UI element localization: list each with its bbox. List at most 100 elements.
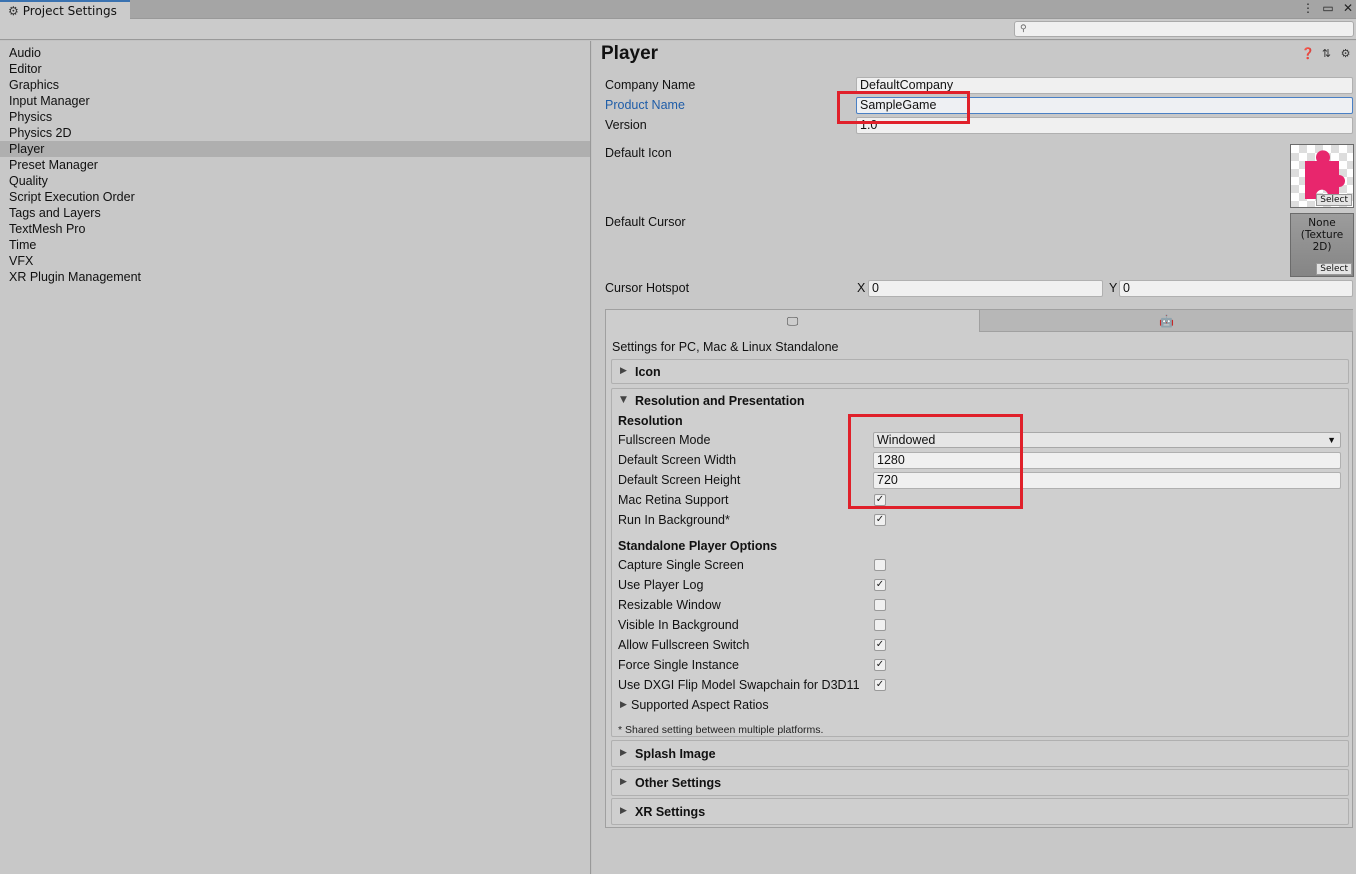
close-icon[interactable]: ✕ — [1342, 1, 1354, 15]
default-icon-label: Default Icon — [605, 146, 672, 160]
mac-retina-checkbox[interactable]: ✓ — [874, 494, 886, 506]
tab-android[interactable]: 🤖 — [980, 310, 1353, 332]
default-cursor-label: Default Cursor — [605, 215, 686, 229]
standalone-option-label: Allow Fullscreen Switch — [618, 638, 750, 652]
sidebar-item-quality[interactable]: Quality — [0, 173, 590, 189]
standalone-option-label: Use Player Log — [618, 578, 704, 592]
standalone-option-checkbox[interactable]: ✓ — [874, 579, 886, 591]
resolution-section: ▼ Resolution and Presentation Resolution… — [611, 388, 1349, 737]
sidebar-item-editor[interactable]: Editor — [0, 61, 590, 77]
hotspot-y-label: Y — [1109, 281, 1118, 295]
version-label: Version — [605, 118, 647, 132]
default-icon-picker[interactable]: Select — [1290, 144, 1354, 208]
expand-arrow-icon: ▶ — [620, 748, 627, 758]
splash-image-title: Splash Image — [635, 747, 716, 761]
monitor-icon: 🖵 — [786, 313, 799, 328]
default-height-label: Default Screen Height — [618, 473, 741, 487]
sidebar-item-tags-and-layers[interactable]: Tags and Layers — [0, 205, 590, 221]
standalone-option-checkbox[interactable]: ✓ — [874, 639, 886, 651]
standalone-option-label: Use DXGI Flip Model Swapchain for D3D11 — [618, 678, 860, 692]
sidebar-item-player[interactable]: Player — [0, 141, 590, 157]
standalone-option-label: Force Single Instance — [618, 658, 739, 672]
platform-settings-panel: 🖵 🤖 Settings for PC, Mac & Linux Standal… — [605, 309, 1353, 828]
version-field[interactable]: 1.0 — [856, 117, 1353, 134]
gear-icon: ⚙ — [8, 3, 19, 18]
mac-retina-label: Mac Retina Support — [618, 493, 729, 507]
kebab-menu-icon[interactable]: ⋮ — [1302, 1, 1314, 15]
standalone-option-checkbox[interactable] — [874, 559, 886, 571]
splash-image-section[interactable]: ▶ Splash Image — [611, 740, 1349, 767]
default-icon-select-button[interactable]: Select — [1316, 194, 1352, 206]
sidebar-item-graphics[interactable]: Graphics — [0, 77, 590, 93]
sidebar-item-physics[interactable]: Physics — [0, 109, 590, 125]
standalone-option-checkbox[interactable] — [874, 619, 886, 631]
cursor-hotspot-label: Cursor Hotspot — [605, 281, 690, 295]
chevron-down-icon: ▼ — [1327, 435, 1336, 445]
fullscreen-mode-value: Windowed — [877, 433, 936, 447]
sidebar-list: Audio Editor Graphics Input Manager Physics P… — [0, 45, 590, 285]
resolution-header: Resolution — [618, 414, 683, 428]
expand-arrow-icon: ▶ — [620, 366, 627, 376]
player-settings-panel: Player ❓ ⇅ ⚙ Company Name DefaultCompany… — [592, 41, 1356, 874]
hotspot-x-label: X — [857, 281, 866, 295]
maximize-icon[interactable]: ▭ — [1322, 1, 1334, 15]
standalone-options-header: Standalone Player Options — [618, 539, 778, 553]
sidebar-item-input-manager[interactable]: Input Manager — [0, 93, 590, 109]
hotspot-y-field[interactable]: 0 — [1119, 280, 1353, 297]
search-row: ⚲ — [0, 19, 1356, 40]
default-width-label: Default Screen Width — [618, 453, 737, 467]
presets-icon[interactable]: ⇅ — [1320, 47, 1333, 60]
default-width-field[interactable]: 1280 — [873, 452, 1341, 469]
run-in-background-label: Run In Background* — [618, 513, 730, 527]
settings-for-label: Settings for PC, Mac & Linux Standalone — [612, 340, 839, 354]
standalone-option-checkbox[interactable]: ✓ — [874, 659, 886, 671]
default-height-field[interactable]: 720 — [873, 472, 1341, 489]
other-settings-section[interactable]: ▶ Other Settings — [611, 769, 1349, 796]
fullscreen-mode-dropdown[interactable]: Windowed ▼ — [873, 432, 1341, 448]
collapse-arrow-icon[interactable]: ▼ — [620, 395, 627, 405]
standalone-option-label: Visible In Background — [618, 618, 739, 632]
sidebar-item-script-execution-order[interactable]: Script Execution Order — [0, 189, 590, 205]
android-icon: 🤖 — [1159, 313, 1174, 328]
search-input[interactable]: ⚲ — [1014, 21, 1354, 37]
default-cursor-select-button[interactable]: Select — [1316, 263, 1352, 275]
tab-project-settings[interactable]: ⚙ Project Settings — [0, 0, 130, 19]
sidebar-item-audio[interactable]: Audio — [0, 45, 590, 61]
standalone-option-label: Capture Single Screen — [618, 558, 744, 572]
default-cursor-picker[interactable]: None (Texture 2D) Select — [1290, 213, 1354, 277]
icon-section[interactable]: ▶ Icon — [611, 359, 1349, 384]
standalone-option-checkbox[interactable]: ✓ — [874, 679, 886, 691]
sidebar-item-time[interactable]: Time — [0, 237, 590, 253]
other-settings-title: Other Settings — [635, 776, 722, 790]
tab-title: Project Settings — [22, 3, 117, 18]
header-icons: ❓ ⇅ ⚙ — [1301, 47, 1352, 60]
run-in-background-checkbox[interactable]: ✓ — [874, 514, 886, 526]
xr-settings-section[interactable]: ▶ XR Settings — [611, 798, 1349, 825]
sidebar-item-xr-plugin-management[interactable]: XR Plugin Management — [0, 269, 590, 285]
product-name-field[interactable]: SampleGame — [856, 97, 1353, 114]
expand-arrow-icon: ▶ — [620, 806, 627, 816]
tab-standalone[interactable]: 🖵 — [606, 310, 980, 332]
supported-aspect-ratios-foldout[interactable]: Supported Aspect Ratios — [631, 698, 769, 712]
settings-icon[interactable]: ⚙ — [1339, 47, 1352, 60]
resolution-section-title[interactable]: Resolution and Presentation — [635, 394, 804, 408]
company-name-label: Company Name — [605, 78, 696, 92]
hotspot-x-field[interactable]: 0 — [868, 280, 1103, 297]
page-title: Player — [601, 43, 659, 64]
window-tab-bar: ⚙ Project Settings ⋮ ▭ ✕ — [0, 0, 1356, 19]
standalone-option-label: Resizable Window — [618, 598, 721, 612]
settings-sidebar: Audio Editor Graphics Input Manager Physics P… — [0, 41, 591, 874]
sidebar-item-preset-manager[interactable]: Preset Manager — [0, 157, 590, 173]
sidebar-item-vfx[interactable]: VFX — [0, 253, 590, 269]
expand-arrow-icon: ▶ — [620, 777, 627, 787]
shared-setting-note: * Shared setting between multiple platfo… — [618, 724, 824, 736]
help-icon[interactable]: ❓ — [1301, 47, 1315, 60]
expand-arrow-icon: ▶ — [620, 700, 627, 710]
cursor-value-line2: (Texture 2D) — [1300, 229, 1344, 253]
company-name-field[interactable]: DefaultCompany — [856, 77, 1353, 94]
icon-section-title: Icon — [635, 365, 661, 379]
xr-settings-title: XR Settings — [635, 805, 706, 819]
sidebar-item-textmesh-pro[interactable]: TextMesh Pro — [0, 221, 590, 237]
sidebar-item-physics-2d[interactable]: Physics 2D — [0, 125, 590, 141]
standalone-option-checkbox[interactable] — [874, 599, 886, 611]
